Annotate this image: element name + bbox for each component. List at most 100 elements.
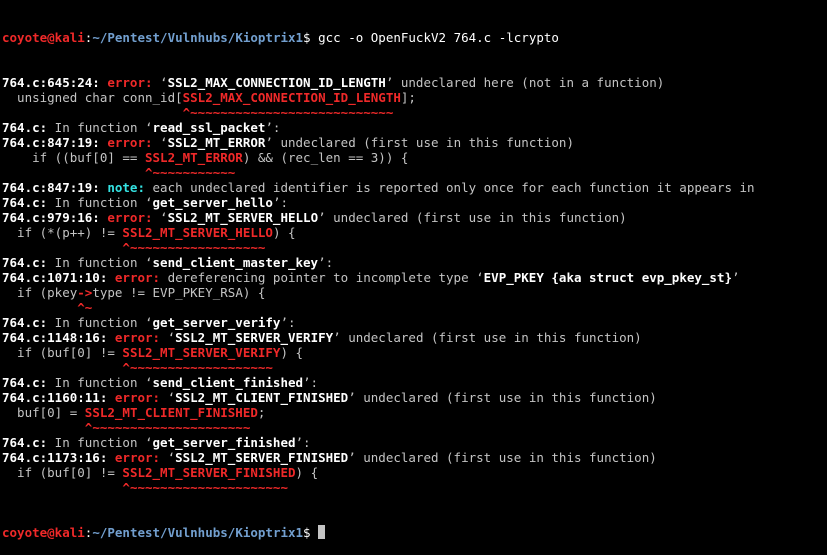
terminal-window[interactable]: coyote@kali:~/Pentest/Vulnhubs/Kioptrix1… — [0, 0, 827, 540]
prompt-user: coyote@kali — [2, 30, 85, 45]
output-segment: 764.c:1071:10: — [2, 270, 115, 285]
prompt-symbol: $ — [303, 30, 311, 45]
output-segment: if (pkey — [2, 285, 78, 300]
output-segment: SSL2_MT_SERVER_FINISHED — [122, 465, 296, 480]
output-segment: if (*(p++) != — [2, 225, 123, 240]
output-segment: In function ‘ — [47, 255, 153, 270]
output-segment: 764.c:847:19: — [2, 135, 108, 150]
output-line: ^~~~~~~~~~~~~~~~~~~~~~~~~~~~ — [2, 105, 827, 120]
output-segment: get_server_verify — [152, 315, 281, 330]
output-segment: ‘ — [167, 390, 176, 405]
output-segment — [2, 480, 122, 495]
output-segment: if (buf[0] != — [2, 465, 123, 480]
output-segment: 764.c:645:24: — [2, 75, 108, 90]
output-segment: ^~~~~~~~~~~~~~~~~~~ — [122, 240, 266, 255]
output-line: if (pkey->type != EVP_PKEY_RSA) { — [2, 285, 827, 300]
output-segment: SSL2_MT_ERROR — [167, 135, 266, 150]
output-line: 764.c:847:19: note: each undeclared iden… — [2, 180, 827, 195]
output-segment: each undeclared identifier is reported o… — [152, 180, 755, 195]
output-segment: SSL2_MAX_CONNECTION_ID_LENGTH — [182, 90, 401, 105]
output-segment: 764.c: — [2, 195, 48, 210]
shell-prompt-line: coyote@kali:~/Pentest/Vulnhubs/Kioptrix1… — [2, 30, 827, 45]
output-segment — [2, 165, 145, 180]
output-line: 764.c:979:16: error: ‘SSL2_MT_SERVER_HEL… — [2, 210, 827, 225]
output-segment: get_server_finished — [152, 435, 296, 450]
output-segment: 764.c:1160:11: — [2, 390, 115, 405]
output-segment: get_server_hello — [152, 195, 273, 210]
output-line: 764.c: In function ‘get_server_verify’: — [2, 315, 827, 330]
output-segment: 764.c: — [2, 315, 48, 330]
output-segment: ‘ — [167, 330, 176, 345]
output-line: if ((buf[0] == SSL2_MT_ERROR) && (rec_le… — [2, 150, 827, 165]
output-segment: ) && (rec_len == 3)) { — [242, 150, 409, 165]
prompt-user: coyote@kali — [2, 525, 85, 540]
output-line: 764.c: In function ‘read_ssl_packet’: — [2, 120, 827, 135]
output-segment: 764.c:1173:16: — [2, 450, 115, 465]
shell-prompt-line-active[interactable]: coyote@kali:~/Pentest/Vulnhubs/Kioptrix1… — [2, 525, 827, 540]
output-line: 764.c:847:19: error: ‘SSL2_MT_ERROR’ und… — [2, 135, 827, 150]
output-segment — [2, 420, 85, 435]
output-segment: SSL2_MT_SERVER_HELLO — [122, 225, 273, 240]
output-segment: EVP_PKEY {aka struct evp_pkey_st} — [483, 270, 733, 285]
output-segment: ^~~~~~~~~~~~ — [145, 165, 236, 180]
output-line: ^~ — [2, 300, 827, 315]
output-segment: In function ‘ — [47, 435, 153, 450]
output-segment: dereferencing pointer to incomplete type… — [167, 270, 484, 285]
output-line: if (buf[0] != SSL2_MT_SERVER_FINISHED) { — [2, 465, 827, 480]
output-segment: ’ undeclared here (not in a function) — [385, 75, 665, 90]
output-line: ^~~~~~~~~~~~~~~~~~~~ — [2, 360, 827, 375]
output-line: if (*(p++) != SSL2_MT_SERVER_HELLO) { — [2, 225, 827, 240]
output-segment: -> — [77, 285, 93, 300]
output-segment: 764.c:847:19: — [2, 180, 108, 195]
output-segment: In function ‘ — [47, 375, 153, 390]
output-line: 764.c: In function ‘get_server_hello’: — [2, 195, 827, 210]
output-segment: ‘ — [160, 75, 168, 90]
output-segment: note: — [107, 180, 153, 195]
output-segment: if (buf[0] != — [2, 345, 123, 360]
output-segment: ’: — [265, 120, 281, 135]
output-segment — [2, 360, 122, 375]
output-segment: In function ‘ — [47, 315, 153, 330]
output-segment — [2, 300, 77, 315]
output-segment: error: — [107, 75, 161, 90]
output-segment: ’: — [272, 195, 288, 210]
output-segment: 764.c: — [2, 120, 48, 135]
output-segment: ^~ — [77, 300, 93, 315]
output-segment: SSL2_MT_SERVER_VERIFY — [175, 330, 334, 345]
output-segment: buf[0] = — [2, 405, 85, 420]
output-segment: type != EVP_PKEY_RSA) { — [92, 285, 266, 300]
output-segment: ‘ — [167, 450, 176, 465]
output-segment: SSL2_MT_CLIENT_FINISHED — [84, 405, 258, 420]
prompt-separator: : — [84, 525, 93, 540]
output-segment: send_client_finished — [152, 375, 304, 390]
output-segment: 764.c:1148:16: — [2, 330, 115, 345]
output-segment: ’ — [732, 270, 740, 285]
output-segment — [2, 105, 183, 120]
output-segment: ’ undeclared (first use in this function… — [348, 450, 657, 465]
output-segment: In function ‘ — [47, 195, 153, 210]
output-segment: SSL2_MT_SERVER_HELLO — [167, 210, 319, 225]
output-segment: 764.c: — [2, 375, 48, 390]
output-line: if (buf[0] != SSL2_MT_SERVER_VERIFY) { — [2, 345, 827, 360]
output-segment: ) { — [272, 225, 296, 240]
output-segment: SSL2_MAX_CONNECTION_ID_LENGTH — [167, 75, 386, 90]
output-segment: ’ undeclared (first use in this function… — [265, 135, 574, 150]
prompt-command-input[interactable] — [311, 525, 319, 540]
output-segment: ’: — [318, 255, 334, 270]
output-segment: ]; — [400, 90, 416, 105]
output-segment: ^~~~~~~~~~~~~~~~~~~~~~~~~~~~ — [182, 105, 394, 120]
output-segment: error: — [107, 135, 161, 150]
output-segment: SSL2_MT_SERVER_FINISHED — [175, 450, 349, 465]
output-line: 764.c:645:24: error: ‘SSL2_MAX_CONNECTIO… — [2, 75, 827, 90]
output-segment: SSL2_MT_ERROR — [145, 150, 243, 165]
output-segment: unsigned char conn_id[ — [2, 90, 183, 105]
output-line: 764.c:1173:16: error: ‘SSL2_MT_SERVER_FI… — [2, 450, 827, 465]
output-line: 764.c: In function ‘send_client_master_k… — [2, 255, 827, 270]
prompt-path: ~/Pentest/Vulnhubs/Kioptrix1 — [92, 525, 304, 540]
text-cursor — [318, 525, 326, 539]
output-segment: ’ undeclared (first use in this function… — [348, 390, 657, 405]
output-segment: send_client_master_key — [152, 255, 319, 270]
output-segment: ; — [257, 405, 266, 420]
output-segment: ’: — [303, 375, 319, 390]
output-segment: read_ssl_packet — [152, 120, 266, 135]
